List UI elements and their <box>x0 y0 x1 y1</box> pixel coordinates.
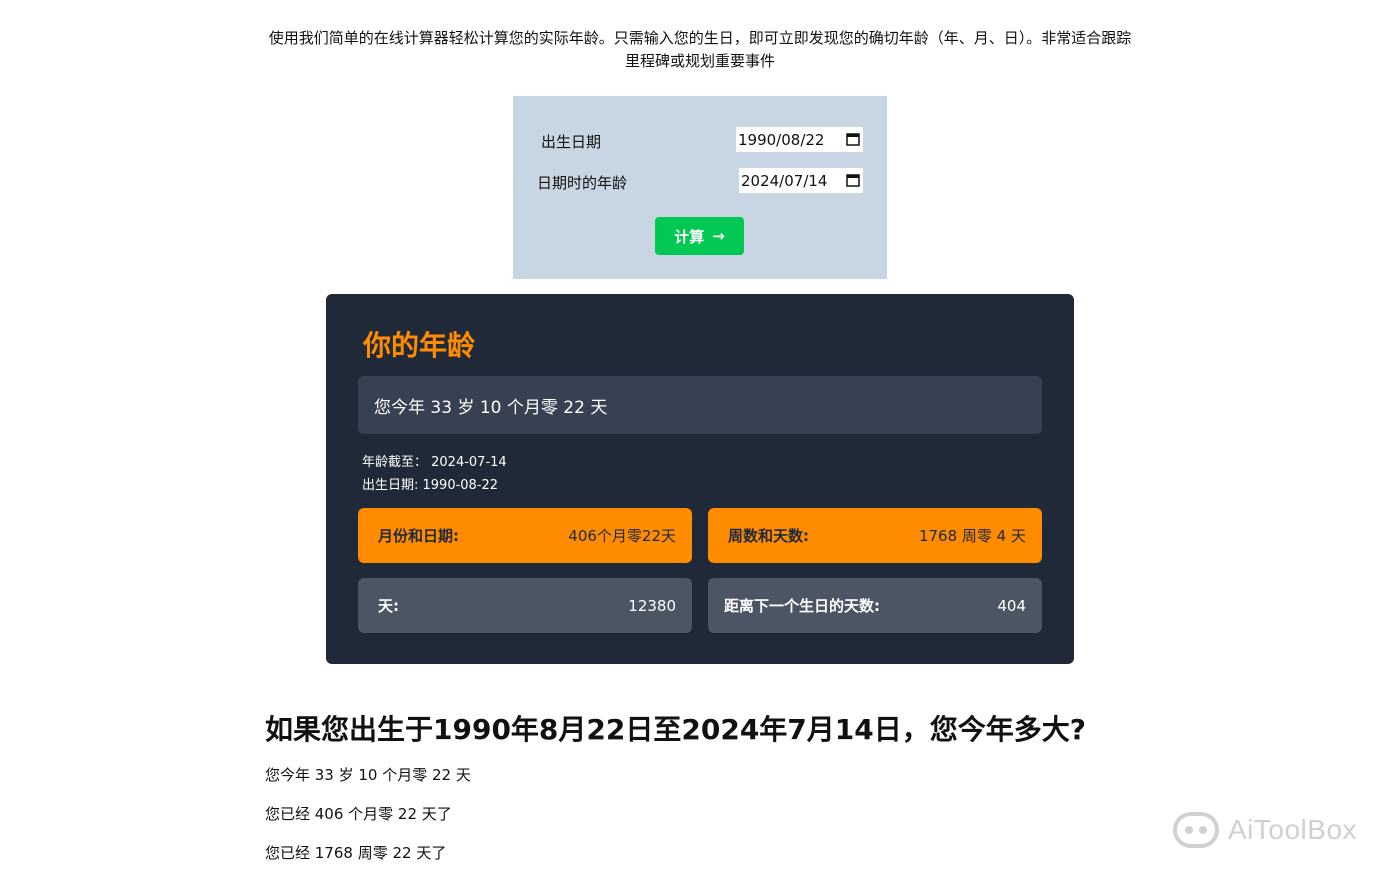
stat-value: 406个月零22天 <box>568 527 676 545</box>
age-summary-text: 您今年 33 岁 10 个月零 22 天 <box>374 397 608 418</box>
stat-label: 周数和天数: <box>728 527 809 545</box>
birth-date-input[interactable]: 1990/08/22 <box>736 127 863 152</box>
faq-answer-line: 您已经 406 个月零 22 天了 <box>265 805 452 823</box>
result-title: 你的年龄 <box>363 329 476 362</box>
age-at-date-line: 年龄截至： 2024-07-14 <box>362 455 507 470</box>
stat-weeks-days: 周数和天数: 1768 周零 4 天 <box>708 508 1042 563</box>
age-form: 出生日期 1990/08/22 日期时的年龄 2024/07/14 计算 → <box>513 96 887 279</box>
stat-label: 天: <box>378 597 399 615</box>
stat-label: 月份和日期: <box>378 527 459 545</box>
age-at-date-value: 2024/07/14 <box>741 171 828 190</box>
arrow-right-icon: → <box>712 227 725 245</box>
age-at-date-input[interactable]: 2024/07/14 <box>739 168 863 193</box>
calculate-button[interactable]: 计算 → <box>655 217 744 255</box>
robot-logo-icon <box>1173 812 1219 848</box>
watermark: AiToolBox <box>1172 810 1357 850</box>
stat-days: 天: 12380 <box>358 578 692 633</box>
intro-text: 使用我们简单的在线计算器轻松计算您的实际年龄。只需输入您的生日，即可立即发现您的… <box>268 29 1132 70</box>
calculate-button-label: 计算 <box>674 227 705 246</box>
stat-months-days: 月份和日期: 406个月零22天 <box>358 508 692 563</box>
age-summary: 您今年 33 岁 10 个月零 22 天 <box>358 376 1042 434</box>
faq-answer-line: 您已经 1768 周零 22 天了 <box>265 844 447 862</box>
stat-label: 距离下一个生日的天数: <box>724 597 880 615</box>
stat-days-to-birthday: 距离下一个生日的天数: 404 <box>708 578 1042 633</box>
result-card: 你的年龄 您今年 33 岁 10 个月零 22 天 年龄截至： 2024-07-… <box>326 294 1074 664</box>
calendar-icon[interactable] <box>846 132 860 146</box>
birth-date-value: 1990/08/22 <box>738 130 825 149</box>
calendar-icon[interactable] <box>846 173 860 187</box>
faq-heading: 如果您出生于1990年8月22日至2024年7月14日，您今年多大? <box>265 713 1086 746</box>
faq-answer-line: 您今年 33 岁 10 个月零 22 天 <box>265 766 471 784</box>
stat-value: 404 <box>997 596 1026 615</box>
stat-value: 1768 周零 4 天 <box>918 527 1026 545</box>
page: 使用我们简单的在线计算器轻松计算您的实际年龄。只需输入您的生日，即可立即发现您的… <box>0 0 1400 875</box>
stat-value: 12380 <box>628 596 676 615</box>
age-at-date-label: 日期时的年龄 <box>537 174 628 192</box>
birth-date-line: 出生日期: 1990-08-22 <box>362 478 499 493</box>
watermark-text: AiToolBox <box>1228 814 1358 845</box>
birth-date-label: 出生日期 <box>541 133 602 151</box>
